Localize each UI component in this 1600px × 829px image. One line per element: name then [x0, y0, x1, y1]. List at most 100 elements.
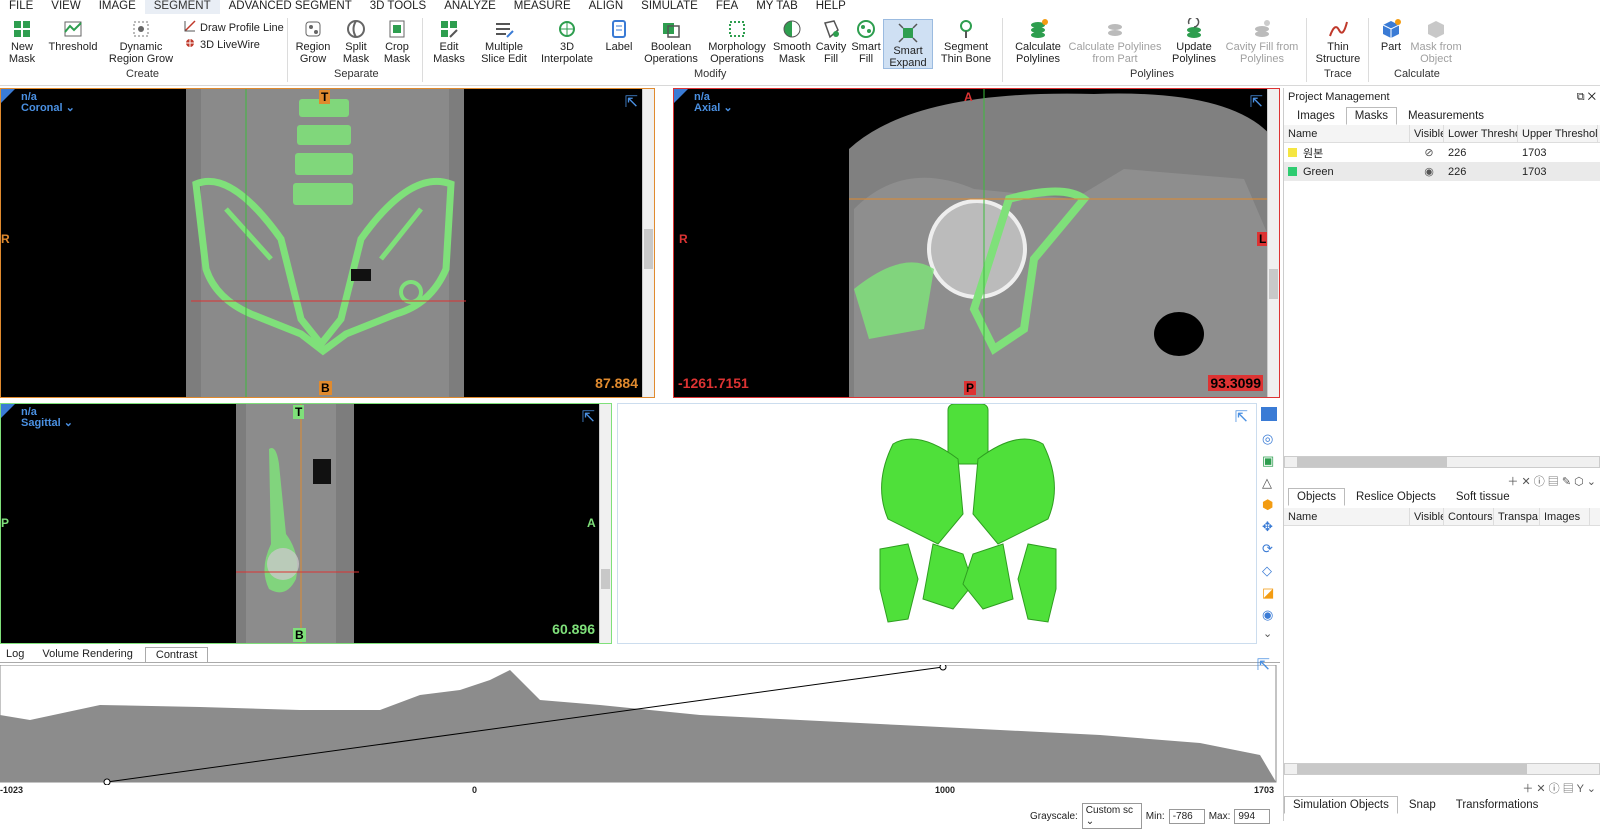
col-upper-threshold[interactable]: Upper Threshol — [1518, 124, 1598, 143]
sagittal-view[interactable]: n/a Sagittal ⌄ T B P A 60.896 ⇱ — [0, 403, 612, 644]
col-visible[interactable]: Visible — [1410, 507, 1444, 526]
tab-soft-tissue[interactable]: Soft tissue — [1447, 488, 1519, 506]
chevron-down-icon[interactable]: ⌄ — [61, 417, 73, 429]
tab-snap[interactable]: Snap — [1400, 796, 1445, 814]
screen-icon[interactable]: ▣ — [1262, 453, 1274, 469]
col-images[interactable]: Images — [1540, 507, 1590, 526]
mask-from-object-button[interactable]: Mask from Object — [1408, 16, 1464, 65]
menu-simulate[interactable]: SIMULATE — [632, 0, 707, 14]
smart-expand-button[interactable]: Smart Expand — [883, 19, 933, 69]
chevron-down-icon[interactable]: ⌄ — [63, 102, 75, 114]
split-mask-button[interactable]: Split Mask — [338, 16, 374, 65]
tab-images[interactable]: Images — [1288, 107, 1344, 125]
update-polylines-button[interactable]: Update Polylines — [1168, 16, 1220, 65]
draw-profile-line-button[interactable]: Draw Profile Line — [184, 20, 284, 35]
boolean-operations-button[interactable]: Boolean Operations — [640, 16, 702, 65]
tab-measurements[interactable]: Measurements — [1399, 107, 1493, 125]
axial-scrollbar[interactable] — [1267, 89, 1279, 397]
morphology-operations-button[interactable]: Morphology Operations — [706, 16, 768, 65]
thin-structure-button[interactable]: Thin Structure — [1314, 16, 1362, 65]
col-contours[interactable]: Contours — [1444, 507, 1494, 526]
tab-objects[interactable]: Objects — [1288, 488, 1345, 506]
coronal-scrollbar[interactable] — [642, 89, 654, 397]
cavity-fill-button[interactable]: Cavity Fill — [814, 16, 848, 65]
object-icon[interactable]: ⬢ — [1262, 497, 1273, 513]
close-icon[interactable]: ✕ — [1588, 91, 1596, 103]
tab-simulation-objects[interactable]: Simulation Objects — [1284, 796, 1398, 814]
region-grow-button[interactable]: Region Grow — [292, 16, 334, 65]
axial-view[interactable]: n/a Axial ⌄ A P R L -1261.7151 93.3099 ⇱ — [673, 88, 1280, 398]
livewire-button[interactable]: 3D LiveWire — [184, 37, 260, 52]
max-input[interactable]: 994 — [1234, 808, 1271, 824]
menu-3d-tools[interactable]: 3D TOOLS — [361, 0, 435, 14]
tab-masks[interactable]: Masks — [1345, 107, 1397, 125]
menu-file[interactable]: FILE — [0, 0, 42, 14]
menu-my-tab[interactable]: MY TAB — [747, 0, 807, 14]
sagittal-scrollbar[interactable] — [599, 404, 611, 643]
col-visible[interactable]: Visible — [1410, 124, 1444, 143]
masks-hscrollbar[interactable] — [1284, 456, 1600, 468]
calculate-polylines-button[interactable]: Calculate Polylines — [1010, 16, 1066, 65]
restore-icon[interactable]: ⧉ — [1577, 91, 1585, 103]
view-orient-icon[interactable]: ◪ — [1262, 585, 1274, 601]
objects-toolbar[interactable]: ＋ ✕ ⓘ ▤ Y ⌄ — [1522, 780, 1596, 796]
cube-icon[interactable]: ◇ — [1262, 563, 1272, 579]
histogram-chart[interactable] — [0, 665, 1280, 785]
menu-image[interactable]: IMAGE — [90, 0, 145, 14]
new-mask-button[interactable]: New Mask — [4, 16, 40, 65]
grid-icon[interactable] — [1261, 407, 1277, 421]
maximize-icon[interactable]: ⇱ — [1257, 655, 1270, 675]
chevron-down-icon[interactable]: ⌄ — [1263, 627, 1272, 640]
masks-scroll-thumb[interactable] — [1297, 457, 1447, 467]
menu-view[interactable]: VIEW — [42, 0, 89, 14]
axial-name[interactable]: Axial — [694, 102, 720, 114]
col-name[interactable]: Name — [1284, 124, 1410, 143]
tab-transformations[interactable]: Transformations — [1447, 796, 1548, 814]
sagittal-scroll-thumb[interactable] — [601, 569, 610, 589]
eye-icon[interactable]: ◉ — [1262, 607, 1273, 623]
min-input[interactable]: -786 — [1168, 808, 1205, 824]
maximize-icon[interactable]: ⇱ — [582, 407, 595, 427]
segment-thin-bone-button[interactable]: Segment Thin Bone — [938, 16, 994, 65]
menu-align[interactable]: ALIGN — [580, 0, 633, 14]
coronal-name[interactable]: Coronal — [21, 102, 63, 114]
edit-masks-button[interactable]: Edit Masks — [430, 16, 468, 65]
menu-analyze[interactable]: ANALYZE — [435, 0, 505, 14]
axes-icon[interactable]: △ — [1262, 475, 1272, 491]
coronal-view[interactable]: n/aCoronal ⌄ T B R L 87.884 ⇱ — [0, 88, 655, 398]
calculate-polylines-from-part-button[interactable]: Calculate Polylines from Part — [1066, 16, 1164, 65]
col-transparency[interactable]: Transpa — [1494, 507, 1540, 526]
rotate-icon[interactable]: ⟳ — [1262, 541, 1273, 557]
dynamic-region-grow-button[interactable]: Dynamic Region Grow — [106, 16, 176, 65]
label-button[interactable]: Label — [604, 16, 634, 54]
tab-log[interactable]: Log — [0, 647, 30, 662]
multiple-slice-edit-button[interactable]: Multiple Slice Edit — [478, 16, 530, 65]
sagittal-name[interactable]: Sagittal — [21, 417, 61, 429]
menu-measure[interactable]: MEASURE — [505, 0, 580, 14]
maximize-icon[interactable]: ⇱ — [1235, 407, 1248, 427]
masks-toolbar[interactable]: ＋ ✕ ⓘ ▤ ✎ ⬡ ⌄ — [1507, 473, 1596, 489]
menu-help[interactable]: HELP — [807, 0, 855, 14]
tab-reslice-objects[interactable]: Reslice Objects — [1347, 488, 1445, 506]
maximize-icon[interactable]: ⇱ — [625, 92, 638, 112]
smart-fill-button[interactable]: Smart Fill — [849, 16, 883, 65]
mask-color-swatch[interactable] — [1288, 148, 1297, 157]
axial-scroll-thumb[interactable] — [1269, 269, 1278, 299]
maximize-icon[interactable]: ⇱ — [1250, 92, 1263, 112]
clip-icon[interactable]: ◎ — [1262, 431, 1273, 447]
part-button[interactable]: Part — [1374, 16, 1408, 54]
chevron-down-icon[interactable]: ⌄ — [720, 102, 732, 114]
crop-mask-button[interactable]: Crop Mask — [379, 16, 415, 65]
threshold-button[interactable]: Threshold — [46, 16, 100, 54]
mask-color-swatch[interactable] — [1288, 167, 1297, 176]
col-name[interactable]: Name — [1284, 507, 1410, 526]
coronal-scroll-thumb[interactable] — [644, 229, 653, 269]
cavity-fill-from-polylines-button[interactable]: Cavity Fill from Polylines — [1222, 16, 1302, 65]
objects-hscrollbar[interactable] — [1284, 763, 1600, 775]
table-row[interactable]: Green ◉ 226 1703 — [1284, 162, 1600, 181]
pan-icon[interactable]: ✥ — [1262, 519, 1273, 535]
menu-segment[interactable]: SEGMENT — [144, 0, 220, 14]
tab-volume-rendering[interactable]: Volume Rendering — [30, 647, 145, 662]
3d-view[interactable]: ⇱ — [617, 403, 1257, 644]
menu-advanced-segment[interactable]: ADVANCED SEGMENT — [220, 0, 361, 14]
